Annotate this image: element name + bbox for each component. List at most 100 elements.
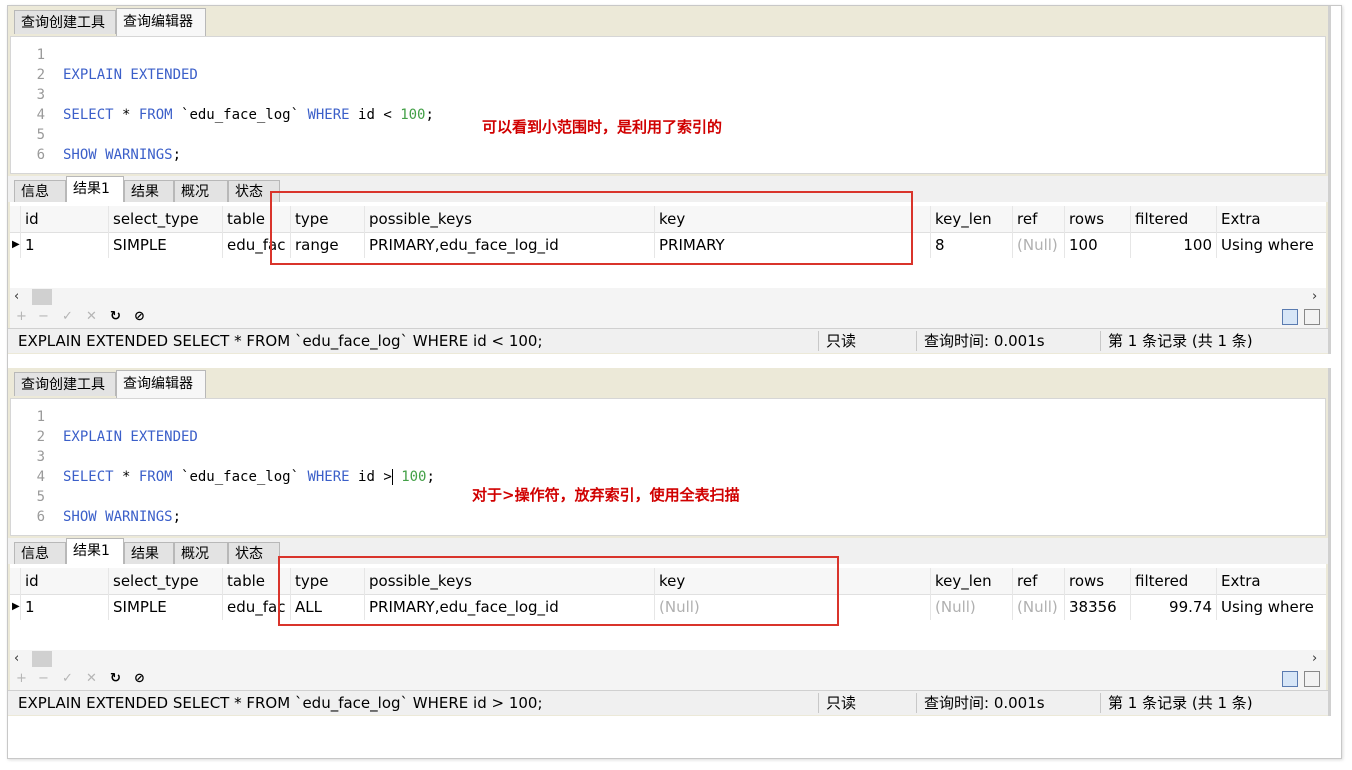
sql-text: id < [349,107,401,123]
status-divider [1100,693,1101,713]
column-header[interactable]: select_type [108,206,222,232]
discard-icon[interactable]: ✕ [86,670,97,688]
column-header[interactable]: rows [1064,568,1130,594]
scroll-left-icon[interactable]: ‹ [14,650,19,668]
sql-keyword: SELECT [63,107,114,123]
code-line: 3 [11,85,1311,105]
column-header[interactable]: id [20,568,108,594]
stop-icon[interactable]: ⊘ [134,670,145,688]
apply-icon[interactable]: ✓ [62,670,73,688]
table-cell[interactable]: edu_face_log [222,594,286,620]
column-header[interactable]: Extra [1216,206,1336,232]
table-cell[interactable]: 99.74 [1130,594,1216,620]
sql-keyword: FROM [138,469,173,485]
sql-keyword: EXPLAIN EXTENDED [63,429,198,445]
scroll-right-icon[interactable]: › [1312,288,1317,306]
refresh-icon[interactable]: ↻ [110,670,121,688]
result-tab-3[interactable]: 结果2 [124,180,174,222]
code-text: EXPLAIN EXTENDED [63,65,198,85]
table-cell[interactable]: Using where [1216,232,1336,258]
code-text: SELECT * FROM `edu_face_log` WHERE id < … [63,105,434,125]
discard-icon[interactable]: ✕ [86,308,97,326]
grid-toolbar: + − ✓ ✕ ↻ ⊘ [10,306,1326,328]
line-number: 5 [36,127,45,143]
sql-keyword: FROM [138,107,173,123]
highlight-box [270,191,913,265]
result-tab-2[interactable]: 结果1 [66,176,124,202]
tab-query-editor[interactable]: 查询编辑器 [116,8,206,36]
table-cell[interactable]: 100 [1130,232,1216,258]
column-header[interactable]: key_len [930,568,1012,594]
table-cell[interactable]: SIMPLE [108,594,222,620]
grid-view-icon[interactable] [1282,309,1298,325]
form-view-icon[interactable] [1304,309,1320,325]
column-header[interactable]: rows [1064,206,1130,232]
scroll-thumb[interactable] [32,651,52,667]
line-number: 4 [36,107,45,123]
table-cell[interactable]: 1 [20,594,108,620]
sql-keyword: WHERE [307,469,350,485]
column-header[interactable]: key_len [930,206,1012,232]
scroll-thumb[interactable] [32,289,52,305]
horizontal-scrollbar[interactable]: ‹ › [10,650,1326,668]
status-query-time: 查询时间: 0.001s [924,694,1045,712]
editor-tab-bar: 查询创建工具 查询编辑器 [8,6,1328,36]
table-cell[interactable]: 100 [1064,232,1130,258]
code-line: 6 SHOW WARNINGS; [11,507,1311,527]
table-cell[interactable]: 1 [20,232,108,258]
sql-keyword: EXPLAIN EXTENDED [63,67,198,83]
table-cell[interactable]: (Null) [930,594,1012,620]
table-cell[interactable]: SIMPLE [108,232,222,258]
table-cell[interactable]: Using where [1216,594,1336,620]
row-pointer-icon: ▶ [12,601,20,612]
sql-text: * [113,469,139,485]
sql-number: 100 [400,107,426,123]
table-cell[interactable]: (Null) [1012,594,1064,620]
column-header[interactable]: filtered [1130,206,1216,232]
add-icon[interactable]: + [16,308,27,326]
status-bar: EXPLAIN EXTENDED SELECT * FROM `edu_face… [8,690,1328,715]
tab-query-builder[interactable]: 查询创建工具 [14,372,116,396]
code-line: 2 EXPLAIN EXTENDED [11,65,1311,85]
column-header[interactable]: id [20,206,108,232]
code-line: 6 SHOW WARNINGS; [11,145,1311,165]
table-cell[interactable]: (Null) [1012,232,1064,258]
result-tab-1[interactable]: 信息 [14,542,66,564]
sql-text: * [113,107,139,123]
scroll-left-icon[interactable]: ‹ [14,288,19,306]
apply-icon[interactable]: ✓ [62,308,73,326]
add-icon[interactable]: + [16,670,27,688]
result-tab-5[interactable]: 状态 [228,542,280,564]
sql-editor[interactable]: 1 2 EXPLAIN EXTENDED 3 4 SELECT * FROM `edu_f… [10,398,1326,536]
form-view-icon[interactable] [1304,671,1320,687]
refresh-icon[interactable]: ↻ [110,308,121,326]
sql-text: ; [425,107,434,123]
sql-text: ; [426,469,435,485]
tab-query-editor[interactable]: 查询编辑器 [116,370,206,398]
horizontal-scrollbar[interactable]: ‹ › [10,288,1326,306]
status-sql-text: EXPLAIN EXTENDED SELECT * FROM `edu_face… [18,332,543,350]
table-cell[interactable]: 38356 [1064,594,1130,620]
status-divider [916,331,917,351]
result-tab-2[interactable]: 结果1 [66,538,124,564]
scroll-right-icon[interactable]: › [1312,650,1317,668]
grid-view-icon[interactable] [1282,671,1298,687]
code-line: 1 [11,45,1311,65]
column-header[interactable]: select_type [108,568,222,594]
result-tab-4[interactable]: 概况 [174,180,228,202]
column-header[interactable]: filtered [1130,568,1216,594]
remove-icon[interactable]: − [38,670,49,688]
sql-text: ; [172,147,182,163]
column-header[interactable]: ref [1012,568,1064,594]
table-cell[interactable]: 8 [930,232,1012,258]
result-tab-1[interactable]: 信息 [14,180,66,202]
status-sql-text: EXPLAIN EXTENDED SELECT * FROM `edu_face… [18,694,543,712]
tab-query-builder[interactable]: 查询创建工具 [14,10,116,34]
result-tab-4[interactable]: 概况 [174,542,228,564]
remove-icon[interactable]: − [38,308,49,326]
sql-editor[interactable]: 1 2 EXPLAIN EXTENDED 3 4 SELECT * FROM `edu_f… [10,36,1326,174]
stop-icon[interactable]: ⊘ [134,308,145,326]
column-header[interactable]: ref [1012,206,1064,232]
result-tab-3[interactable]: 结果2 [124,542,174,584]
column-header[interactable]: Extra [1216,568,1336,594]
